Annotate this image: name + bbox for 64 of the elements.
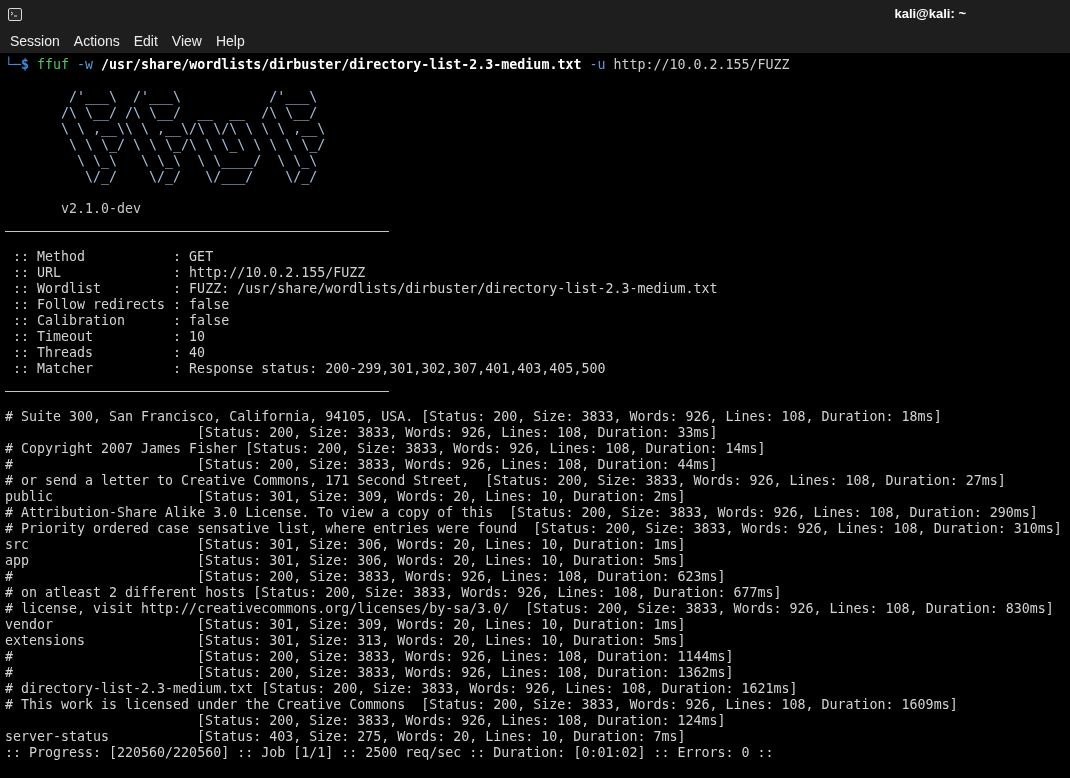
flag-text: -w <box>77 57 94 73</box>
result-path: # <box>5 457 14 473</box>
command-text: ffuf <box>37 57 70 73</box>
menu-item[interactable]: View <box>164 30 209 51</box>
option-line: :: Timeout : 10 <box>13 329 206 345</box>
result-status: [Status: 301, Size: 309, Words: 20, Lines: 10, Duration: 1ms] <box>197 617 686 633</box>
result-path: public <box>5 489 55 505</box>
result-status: [Status: 200, Size: 3833, Words: 926, Lines: 108, Duration: 677ms] <box>253 585 782 601</box>
option-line: :: Method : GET <box>13 249 214 265</box>
result-status: [Status: 403, Size: 275, Words: 20, Lines: 10, Duration: 7ms] <box>197 729 686 745</box>
window-title: kali@kali: ~ <box>894 5 966 24</box>
option-line: :: Matcher : Response status: 200-299,301,302,307,401,403,405,500 <box>13 361 606 377</box>
menu-item[interactable]: Session <box>3 30 67 51</box>
result-status: [Status: 200, Size: 3833, Words: 926, Lines: 108, Duration: 33ms] <box>197 425 718 441</box>
result-path: # Suite 300, San Francisco, California, 94105, USA. <box>5 409 414 425</box>
result-status: [Status: 200, Size: 3833, Words: 926, Lines: 108, Duration: 830ms] <box>525 601 1054 617</box>
result-path: # license, visit http://creativecommons.org/licenses/by-sa/3.0/ <box>5 601 511 617</box>
result-status: [Status: 200, Size: 3833, Words: 926, Lines: 108, Duration: 1362ms] <box>197 665 734 681</box>
ascii-art-logo: /'___\ /'___\ /'___\ /\ \__/ /\ \__/ __ __ /\ \__/ \ \ ,__\\ \ ,__\/\ \/\ \ \ \ ,__\ \ \ \_/ \ \ \_/\ \ \_\ \ \ \ \_/ \ \_\ \ \_\ \ \____/ \ \_\ \/_/ \/_/ \/___/ \/_/ <box>60 89 326 185</box>
result-status: [Status: 200, Size: 3833, Words: 926, Lines: 108, Duration: 1144ms] <box>197 649 734 665</box>
result-status: [Status: 200, Size: 3833, Words: 926, Lines: 108, Duration: 27ms] <box>485 473 1006 489</box>
flag-text: -u <box>589 57 606 73</box>
prompt-symbol: └─$ <box>5 57 30 73</box>
path-text: /usr/share/wordlists/dirbuster/directory-list-2.3-medium.txt <box>101 57 582 73</box>
result-path: # This work is licensed under the Creative Commons <box>5 697 407 713</box>
result-path: # or send a letter to Creative Commons, 171 Second Street, <box>5 473 471 489</box>
result-path: vendor <box>5 617 55 633</box>
result-path: # <box>5 569 14 585</box>
result-path: # on atleast 2 different hosts <box>5 585 246 601</box>
result-status: [Status: 301, Size: 306, Words: 20, Lines: 10, Duration: 5ms] <box>197 553 686 569</box>
version-text: v2.1.0-dev <box>61 201 142 217</box>
result-path: server-status <box>5 729 111 745</box>
option-line: :: Calibration : false <box>13 313 230 329</box>
option-line: :: Wordlist : FUZZ: /usr/share/wordlists/dirbuster/directory-list-2.3-medium.txt <box>13 281 718 297</box>
result-status: [Status: 200, Size: 3833, Words: 926, Lines: 108, Duration: 14ms] <box>245 441 766 457</box>
menu-item[interactable]: Help <box>208 30 252 51</box>
result-path: # <box>5 649 14 665</box>
result-status: [Status: 200, Size: 3833, Words: 926, Lines: 108, Duration: 124ms] <box>197 713 726 729</box>
result-status: [Status: 200, Size: 3833, Words: 926, Lines: 108, Duration: 623ms] <box>197 569 726 585</box>
result-status: [Status: 301, Size: 309, Words: 20, Lines: 10, Duration: 2ms] <box>197 489 686 505</box>
progress-line: :: Progress: [220560/220560] :: Job [1/1] :: 2500 req/sec :: Duration: [0:01:02] :: Errors: 0 :: <box>5 745 774 761</box>
option-line: :: Threads : 40 <box>13 345 206 361</box>
result-path: # Priority ordered case sensative list, where entries were found <box>5 521 519 537</box>
result-path: # directory-list-2.3-medium.txt <box>5 681 254 697</box>
result-path: # Copyright 2007 James Fisher <box>5 441 238 457</box>
result-status: [Status: 301, Size: 306, Words: 20, Lines: 10, Duration: 1ms] <box>197 537 686 553</box>
url-text: http://10.0.2.155/FUZZ <box>613 57 790 73</box>
result-path: # <box>5 665 14 681</box>
menu-item[interactable]: Actions <box>66 30 127 51</box>
result-path: app <box>5 553 31 569</box>
menu-item[interactable]: Edit <box>126 30 165 51</box>
result-status: [Status: 200, Size: 3833, Words: 926, Lines: 108, Duration: 44ms] <box>197 457 718 473</box>
result-status: [Status: 301, Size: 313, Words: 20, Lines: 10, Duration: 5ms] <box>197 633 686 649</box>
result-status: [Status: 200, Size: 3833, Words: 926, Lines: 108, Duration: 290ms] <box>509 505 1038 521</box>
result-path: extensions <box>5 633 87 649</box>
result-path: # Attribution-Share Alike 3.0 License. To view a copy of this <box>5 505 495 521</box>
result-status: [Status: 200, Size: 3833, Words: 926, Lines: 108, Duration: 1609ms] <box>421 697 958 713</box>
option-line: :: Follow redirects : false <box>13 297 230 313</box>
result-status: [Status: 200, Size: 3833, Words: 926, Lines: 108, Duration: 1621ms] <box>261 681 798 697</box>
terminal-icon <box>8 7 22 21</box>
result-status: [Status: 200, Size: 3833, Words: 926, Lines: 108, Duration: 18ms] <box>421 409 942 425</box>
result-status: [Status: 200, Size: 3833, Words: 926, Lines: 108, Duration: 310ms] <box>533 521 1062 537</box>
option-line: :: URL : http://10.0.2.155/FUZZ <box>13 265 366 281</box>
result-path: src <box>5 537 31 553</box>
